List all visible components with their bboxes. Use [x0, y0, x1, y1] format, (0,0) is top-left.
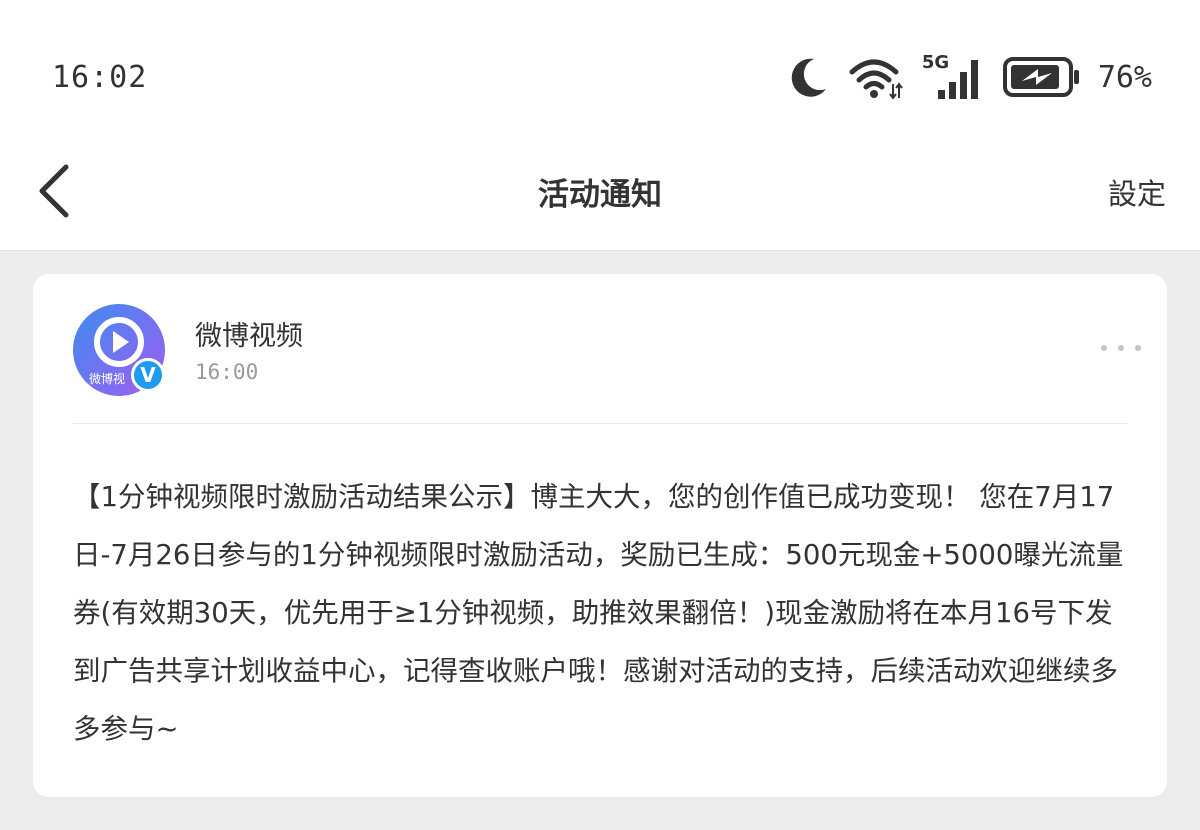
- verified-badge: V: [131, 358, 165, 392]
- notification-card: 微博视 V 微博视频 16:00 【1分钟视频限时激励活动结果公示】博主大大，您…: [33, 274, 1167, 797]
- notification-time: 16:00: [195, 360, 259, 384]
- battery-charging-icon: [1002, 57, 1079, 97]
- status-icons: 5G 76%: [788, 52, 1152, 102]
- more-dot-icon: [1118, 345, 1124, 351]
- status-bar: 16:02 5G 76%: [0, 0, 1200, 145]
- more-dot-icon: [1135, 345, 1141, 351]
- more-dot-icon: [1101, 345, 1107, 351]
- verified-badge-label: V: [140, 363, 156, 387]
- divider: [73, 423, 1127, 424]
- settings-button[interactable]: 設定: [1108, 171, 1166, 213]
- battery-percent: 76%: [1097, 59, 1152, 95]
- status-time: 16:02: [52, 60, 148, 95]
- sender-name[interactable]: 微博视频: [195, 314, 303, 353]
- navigation-bar: 活动通知 設定: [0, 145, 1200, 251]
- page-title: 活动通知: [538, 177, 662, 213]
- cellular-signal-icon: 5G: [922, 52, 984, 100]
- wifi-icon: [849, 59, 903, 100]
- avatar-label: 微博视: [89, 372, 126, 386]
- more-options-button[interactable]: [1101, 336, 1141, 360]
- moon-icon: [791, 58, 826, 97]
- avatar[interactable]: 微博视 V: [73, 304, 165, 396]
- notification-message: 【1分钟视频限时激励活动结果公示】博主大大，您的创作值已成功变现！ 您在7月17…: [73, 481, 1124, 745]
